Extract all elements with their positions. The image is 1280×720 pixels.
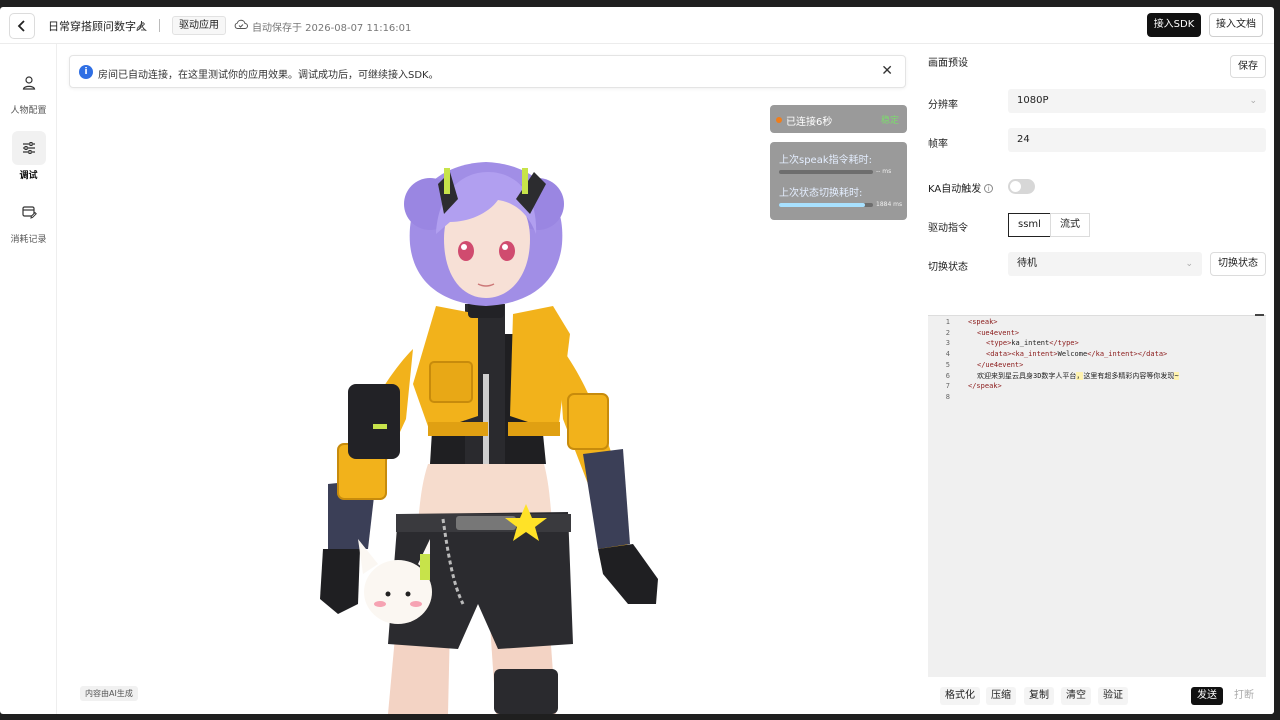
- app-title: 日常穿搭顾问数字人: [48, 20, 147, 33]
- connection-status-panel: 已连接6秒 稳定: [770, 105, 907, 133]
- save-button[interactable]: 保存: [1230, 55, 1266, 78]
- line-number: 2: [945, 328, 950, 337]
- framerate-label: 帧率: [928, 139, 948, 150]
- section-title: 画面预设: [928, 58, 968, 69]
- integrate-sdk-button[interactable]: 接入SDK: [1147, 13, 1201, 37]
- chevron-down-icon: ⌄: [1185, 259, 1193, 269]
- drive-command-segmented: ssml 流式: [1008, 213, 1090, 237]
- info-icon: i: [79, 65, 93, 79]
- framerate-value: 24: [1017, 134, 1030, 145]
- format-button[interactable]: 格式化: [940, 687, 980, 705]
- close-icon[interactable]: ✕: [881, 63, 893, 79]
- switch-state-label: 切换状态: [928, 262, 968, 273]
- line-number: 1: [945, 318, 950, 326]
- compress-button[interactable]: 压缩: [986, 687, 1016, 705]
- copy-button[interactable]: 复制: [1024, 687, 1054, 705]
- state-switch-latency-fill: [779, 203, 866, 207]
- state-switch-latency-value: 1884 ms: [876, 201, 903, 208]
- validate-button[interactable]: 验证: [1098, 687, 1128, 705]
- state-switch-latency-bar: [779, 203, 873, 207]
- code-line: <data><ka_intent>Welcome</ka_intent></da…: [986, 350, 1168, 359]
- state-select[interactable]: 待机 ⌄: [1008, 252, 1202, 276]
- person-icon: [12, 66, 46, 100]
- line-number: 8: [945, 392, 950, 401]
- back-button[interactable]: [9, 13, 35, 39]
- status-dot-icon: [776, 117, 782, 123]
- divider: [159, 19, 160, 32]
- ai-generated-tag: 内容由AI生成: [80, 686, 138, 701]
- resolution-label: 分辨率: [928, 100, 958, 111]
- settings-panel: 画面预设 保存 分辨率 1080P ⌄ 帧率 24 KA自动触发 i 驱动指令 s…: [910, 44, 1274, 714]
- sliders-icon: [11, 131, 46, 165]
- connection-duration: 已连接6秒: [786, 117, 833, 128]
- sidebar-item-label: 消耗记录: [10, 235, 47, 245]
- editor-toolbar: 格式化 压缩 复制 清空 验证 发送 打断: [928, 687, 1266, 707]
- speak-latency-value: -- ms: [876, 168, 892, 175]
- speak-latency-bar: [779, 170, 873, 174]
- autosave-status: 自动保存于 2026-08-07 11:16:01: [252, 23, 412, 34]
- line-number: 7: [945, 382, 950, 391]
- connection-quality: 稳定: [880, 116, 899, 126]
- cloud-icon: [234, 19, 248, 33]
- preview-stage: i 房间已自动连接，在这里测试你的应用效果。调试成功后，可继续接入SDK。 ✕ …: [58, 44, 910, 714]
- code-line: </ue4event>: [977, 360, 1024, 369]
- drive-command-label: 驱动指令: [928, 223, 968, 234]
- ssml-code-editor[interactable]: 1 <speak> 2 <ue4event> 3 <type>ka_intent</t…: [928, 314, 1266, 677]
- resolution-value: 1080P: [1017, 95, 1049, 106]
- chevron-left-icon: [17, 20, 25, 32]
- code-line: </speak>: [968, 382, 1002, 391]
- info-notice: i 房间已自动连接，在这里测试你的应用效果。调试成功后，可继续接入SDK。 ✕: [69, 55, 906, 88]
- clear-button[interactable]: 清空: [1061, 687, 1091, 705]
- code-line: 欢迎来到星云具身3D数字人平台，这里有超多精彩内容等你发现~: [977, 371, 1179, 380]
- line-number: 5: [945, 360, 950, 369]
- framerate-input[interactable]: 24: [1008, 128, 1266, 152]
- speak-latency-label: 上次speak指令耗时:: [779, 155, 872, 166]
- notice-text: 房间已自动连接，在这里测试你的应用效果。调试成功后，可继续接入SDK。: [98, 70, 439, 81]
- sidebar-item-label: 人物配置: [10, 106, 47, 116]
- drive-option-ssml[interactable]: ssml: [1008, 213, 1051, 237]
- toggle-knob: [1010, 181, 1021, 192]
- integration-docs-button[interactable]: 接入文档: [1209, 13, 1263, 37]
- sidebar-item-label: 调试: [19, 171, 38, 181]
- line-number: 3: [945, 339, 950, 348]
- sidebar-item-debug[interactable]: 调试: [0, 131, 57, 181]
- code-line: <ue4event>: [977, 328, 1020, 337]
- interrupt-button[interactable]: 打断: [1228, 687, 1260, 705]
- card-edit-icon: [12, 195, 46, 229]
- chevron-down-icon: ⌄: [1249, 96, 1257, 106]
- code-line: <speak>: [968, 318, 998, 326]
- ka-auto-trigger-toggle[interactable]: [1008, 179, 1035, 194]
- info-icon[interactable]: i: [984, 184, 994, 193]
- minimize-icon[interactable]: [1255, 314, 1264, 316]
- sidebar-item-character-config[interactable]: 人物配置: [0, 66, 57, 116]
- app-window: 日常穿搭顾问数字人 驱动应用 自动保存于 2026-08-07 11:16:01…: [0, 7, 1274, 714]
- state-switch-latency-label: 上次状态切换耗时:: [779, 188, 863, 199]
- line-number: 4: [945, 350, 950, 359]
- app-type-tag: 驱动应用: [172, 16, 226, 35]
- top-bar: 日常穿搭顾问数字人 驱动应用 自动保存于 2026-08-07 11:16:01…: [0, 7, 1274, 44]
- code-line: <type>ka_intent</type>: [986, 339, 1079, 348]
- switch-state-button[interactable]: 切换状态: [1210, 252, 1266, 276]
- line-number: 6: [945, 371, 950, 380]
- send-button[interactable]: 发送: [1191, 687, 1223, 705]
- pencil-icon[interactable]: [136, 20, 146, 34]
- ka-label-text: KA自动触发: [928, 184, 982, 195]
- ka-auto-trigger-label: KA自动触发 i: [928, 180, 994, 195]
- latency-metrics-panel: 上次speak指令耗时: -- ms 上次状态切换耗时: 1884 ms: [770, 142, 907, 220]
- state-value: 待机: [1017, 258, 1037, 269]
- sidebar: 人物配置 调试 消耗记录: [0, 44, 57, 714]
- sidebar-item-usage-records[interactable]: 消耗记录: [0, 195, 57, 245]
- drive-option-stream[interactable]: 流式: [1049, 213, 1090, 237]
- resolution-select[interactable]: 1080P ⌄: [1008, 89, 1266, 113]
